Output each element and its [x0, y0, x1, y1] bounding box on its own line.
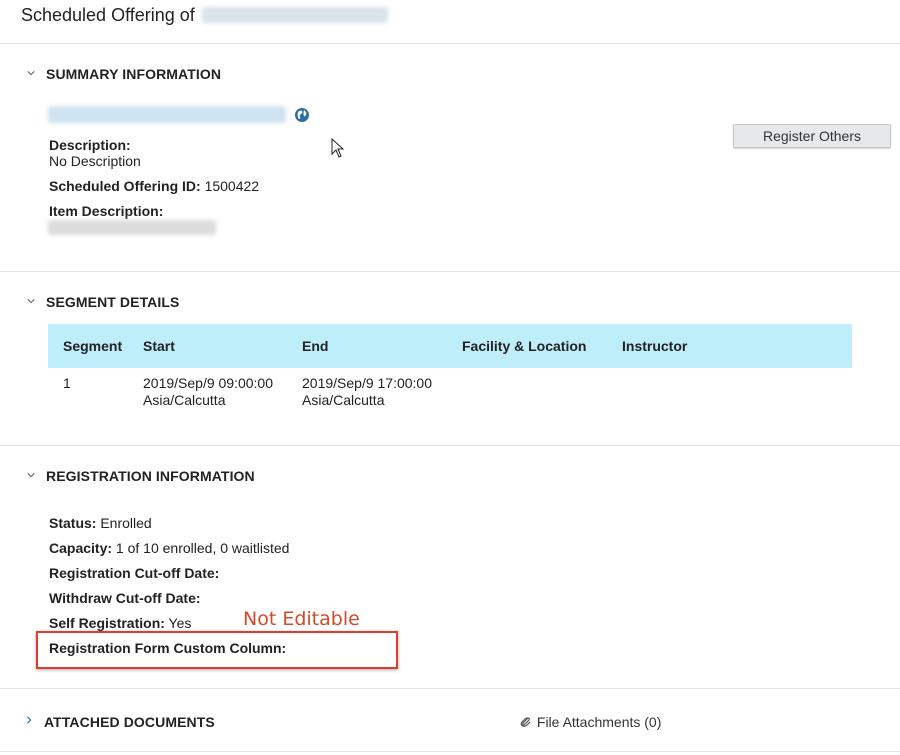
column-header-facility: Facility & Location: [462, 338, 587, 354]
offering-link-redacted[interactable]: [48, 106, 286, 123]
page-title: Scheduled Offering of: [21, 5, 388, 26]
capacity-label: Capacity:: [49, 540, 113, 556]
column-header-end: End: [302, 338, 329, 354]
summary-heading[interactable]: SUMMARY INFORMATION: [46, 66, 221, 82]
chevron-down-icon[interactable]: [27, 297, 35, 305]
segment-heading[interactable]: SEGMENT DETAILS: [46, 294, 179, 310]
annotation-highlight-box: [36, 631, 398, 669]
withdraw-cutoff-label: Withdraw Cut-off Date:: [49, 590, 201, 606]
offering-id-value: 1500422: [204, 178, 260, 194]
page-title-prefix: Scheduled Offering of: [21, 5, 195, 25]
divider: [0, 751, 900, 752]
divider: [0, 445, 900, 446]
mouse-cursor-icon: [331, 138, 345, 158]
item-description-redacted: [48, 220, 216, 235]
segment-cell: 1: [63, 375, 71, 391]
divider: [0, 271, 900, 272]
capacity-row: Capacity: 1 of 10 enrolled, 0 waitlisted: [49, 540, 289, 556]
self-registration-label: Self Registration:: [49, 615, 165, 631]
divider: [0, 688, 900, 689]
register-others-button[interactable]: Register Others: [733, 124, 891, 148]
item-description-label: Item Description:: [49, 203, 164, 219]
start-datetime: 2019/Sep/9 09:00:00: [143, 375, 274, 391]
status-label: Status:: [49, 515, 97, 531]
chevron-right-icon[interactable]: [25, 716, 33, 724]
status-value: Enrolled: [100, 515, 152, 531]
description-block: Description: No Description: [49, 137, 141, 169]
column-header-instructor: Instructor: [622, 338, 688, 354]
end-cell: 2019/Sep/9 17:00:00 Asia/Calcutta: [302, 375, 432, 409]
self-registration-value: Yes: [168, 615, 192, 631]
file-attachments-link[interactable]: File Attachments (0): [519, 714, 661, 730]
status-row: Status: Enrolled: [49, 515, 152, 531]
self-registration-row: Self Registration: Yes: [49, 615, 191, 631]
end-datetime: 2019/Sep/9 17:00:00: [302, 375, 433, 391]
registration-cutoff-label: Registration Cut-off Date:: [49, 565, 220, 581]
file-attachments-label[interactable]: File Attachments (0): [537, 714, 662, 730]
divider: [0, 43, 900, 44]
start-timezone: Asia/Calcutta: [143, 392, 226, 408]
description-label: Description:: [49, 137, 131, 153]
offering-id-row: Scheduled Offering ID: 1500422: [49, 178, 259, 194]
column-header-segment: Segment: [63, 338, 123, 354]
column-header-start: Start: [143, 338, 175, 354]
attachments-heading[interactable]: ATTACHED DOCUMENTS: [44, 714, 215, 730]
description-value: No Description: [49, 153, 141, 169]
chevron-down-icon[interactable]: [27, 69, 35, 77]
start-cell: 2019/Sep/9 09:00:00 Asia/Calcutta: [143, 375, 273, 409]
globe-icon[interactable]: [294, 107, 310, 123]
not-editable-annotation: Not Editable: [243, 608, 360, 630]
chevron-down-icon[interactable]: [27, 471, 35, 479]
capacity-value: 1 of 10 enrolled, 0 waitlisted: [115, 540, 290, 556]
end-timezone: Asia/Calcutta: [302, 392, 385, 408]
registration-heading[interactable]: REGISTRATION INFORMATION: [46, 468, 255, 484]
paperclip-icon: [520, 717, 531, 727]
offering-id-label: Scheduled Offering ID:: [49, 178, 201, 194]
offering-name-redacted: [201, 7, 388, 23]
